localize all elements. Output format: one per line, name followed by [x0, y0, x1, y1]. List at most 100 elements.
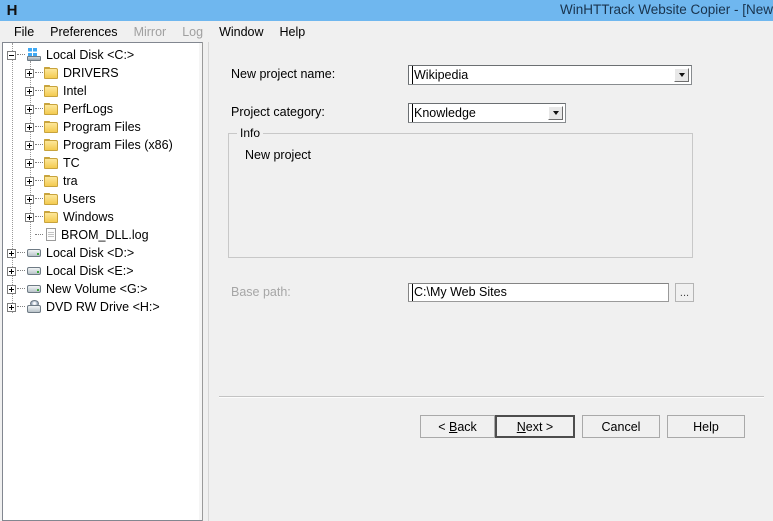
tree-connector	[35, 234, 43, 236]
folder-icon	[44, 192, 60, 206]
tree-connector	[17, 288, 25, 290]
tree-item[interactable]: DRIVERS	[3, 64, 200, 82]
tree-item[interactable]: Intel	[3, 82, 200, 100]
file-icon	[44, 228, 58, 242]
folder-icon	[44, 84, 60, 98]
expand-icon[interactable]	[7, 248, 16, 258]
tree-connector	[17, 54, 25, 56]
expand-icon[interactable]	[7, 302, 16, 312]
base-path-value: C:\My Web Sites	[412, 284, 507, 301]
project-category-row: Project category:	[231, 105, 325, 119]
project-name-label: New project name:	[231, 67, 336, 81]
chevron-down-icon[interactable]	[674, 68, 689, 82]
next-button[interactable]: Next >	[495, 415, 575, 438]
menu-item-help[interactable]: Help	[272, 23, 314, 41]
tree-connector	[35, 144, 43, 146]
expand-icon[interactable]	[7, 284, 16, 294]
project-category-value: Knowledge	[412, 104, 476, 122]
tree-connector	[17, 270, 25, 272]
expand-icon[interactable]	[25, 86, 34, 96]
project-name-row: New project name:	[231, 67, 335, 81]
button-bar-separator	[219, 396, 764, 398]
help-button[interactable]: Help	[667, 415, 745, 438]
chevron-down-icon[interactable]	[548, 106, 563, 120]
expand-icon[interactable]	[25, 104, 34, 114]
expand-icon[interactable]	[25, 212, 34, 222]
project-category-combobox[interactable]: Knowledge	[408, 103, 566, 123]
base-path-input[interactable]: C:\My Web Sites	[408, 283, 669, 302]
back-button[interactable]: < Back	[420, 415, 495, 438]
tree-item[interactable]: Local Disk <C:>	[3, 46, 200, 64]
base-path-row: Base path:	[231, 285, 291, 299]
back-button-label: < Back	[438, 419, 477, 434]
menu-item-preferences[interactable]: Preferences	[42, 23, 125, 41]
menu-item-window[interactable]: Window	[211, 23, 271, 41]
expand-icon[interactable]	[25, 122, 34, 132]
menu-item-file[interactable]: File	[6, 23, 42, 41]
tree-item-label: Users	[63, 192, 96, 206]
tree-item[interactable]: BROM_DLL.log	[3, 226, 200, 244]
project-name-value: Wikipedia	[412, 66, 469, 84]
tree-item[interactable]: Local Disk <D:>	[3, 244, 200, 262]
tree-connector	[35, 162, 43, 164]
tree-item-label: tra	[63, 174, 78, 188]
tree-item[interactable]: TC	[3, 154, 200, 172]
folder-icon	[44, 66, 60, 80]
tree-connector	[35, 180, 43, 182]
window-title: WinHTTrack Website Copier - [New	[559, 2, 773, 17]
project-category-label: Project category:	[231, 105, 325, 119]
info-groupbox: Info New project	[228, 126, 693, 258]
expand-icon[interactable]	[7, 266, 16, 276]
tree-item[interactable]: Users	[3, 190, 200, 208]
expand-icon[interactable]	[25, 68, 34, 78]
tree-connector	[35, 90, 43, 92]
cancel-button[interactable]: Cancel	[582, 415, 660, 438]
tree-item[interactable]: Windows	[3, 208, 200, 226]
project-name-combobox[interactable]: Wikipedia	[408, 65, 692, 85]
expand-icon[interactable]	[25, 158, 34, 168]
tree-item[interactable]: Program Files	[3, 118, 200, 136]
tree-item[interactable]: New Volume <G:>	[3, 280, 200, 298]
new-project-form: New project name: Wikipedia Project cate…	[208, 42, 773, 521]
folder-icon	[44, 138, 60, 152]
tree-item-label: TC	[63, 156, 80, 170]
tree-item[interactable]: DVD RW Drive <H:>	[3, 298, 200, 316]
drive-tree-panel[interactable]: Local Disk <C:> DRIVERS Intel PerfLogs Progr…	[2, 42, 200, 521]
menu-bar: File Preferences Mirror Log Window Help	[0, 21, 773, 42]
drive-icon	[26, 265, 43, 277]
drive-icon	[26, 247, 43, 259]
tree-item-label: BROM_DLL.log	[61, 228, 149, 242]
expand-icon[interactable]	[25, 194, 34, 204]
menu-item-mirror: Mirror	[133, 24, 167, 39]
folder-icon	[44, 210, 60, 224]
tree-connector	[35, 108, 43, 110]
tree-item-label: PerfLogs	[63, 102, 114, 116]
folder-icon	[44, 174, 60, 188]
title-bar: H WinHTTrack Website Copier - [New	[0, 0, 773, 21]
tree-item-label: Local Disk <E:>	[46, 264, 134, 278]
tree-connector	[35, 198, 43, 200]
tree-item[interactable]: tra	[3, 172, 200, 190]
tree-item-label: Program Files (x86)	[63, 138, 173, 152]
tree-connector	[35, 126, 43, 128]
tree-item-label: Program Files	[63, 120, 141, 134]
dvd-drive-icon	[26, 300, 43, 314]
tree-item-label: New Volume <G:>	[46, 282, 148, 296]
tree-item-label: DRIVERS	[63, 66, 119, 80]
tree-connector	[35, 216, 43, 218]
expand-icon[interactable]	[25, 176, 34, 186]
menu-item-log: Log	[182, 24, 204, 39]
tree-connector	[17, 252, 25, 254]
browse-button[interactable]: ...	[675, 283, 694, 302]
folder-icon	[44, 102, 60, 116]
tree-item[interactable]: Local Disk <E:>	[3, 262, 200, 280]
expand-icon[interactable]	[25, 140, 34, 150]
folder-icon	[44, 120, 60, 134]
client-area: Local Disk <C:> DRIVERS Intel PerfLogs Progr…	[0, 42, 773, 521]
info-text: New project	[245, 148, 311, 162]
next-button-label: Next >	[516, 419, 554, 434]
tree-item[interactable]: Program Files (x86)	[3, 136, 200, 154]
tree-item[interactable]: PerfLogs	[3, 100, 200, 118]
folder-icon	[44, 156, 60, 170]
collapse-icon[interactable]	[7, 50, 16, 60]
